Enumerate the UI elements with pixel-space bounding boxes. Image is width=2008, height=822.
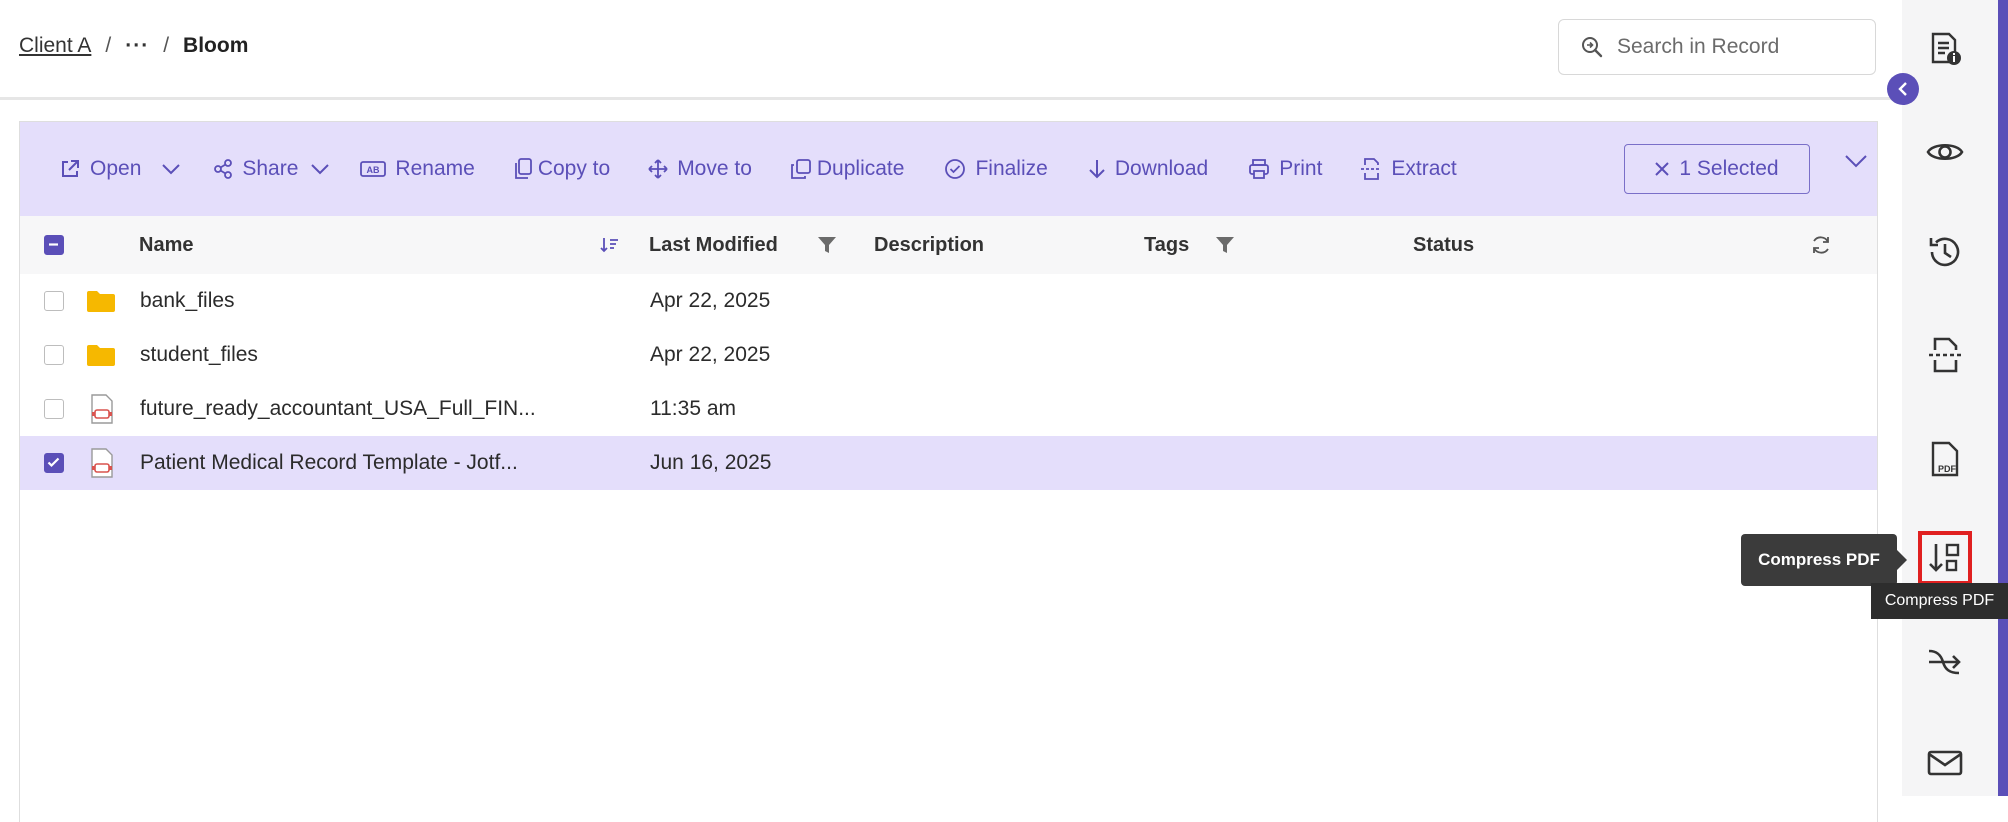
filter-icon[interactable] — [817, 216, 837, 274]
copy-to-button[interactable]: Copy to — [513, 122, 610, 216]
table-row[interactable]: bank_files Apr 22, 2025 — [20, 274, 1877, 328]
extract-label: Extract — [1391, 157, 1457, 180]
move-icon — [648, 159, 668, 179]
compress-pdf-tooltip: Compress PDF — [1741, 534, 1907, 586]
row-checkbox[interactable] — [44, 399, 64, 419]
action-toolbar: Open Share AB Rename Copy to Move to Dup… — [20, 122, 1877, 216]
close-icon — [1655, 162, 1670, 176]
column-description: Description — [874, 233, 985, 256]
duplicate-icon — [790, 158, 812, 180]
extract-icon[interactable] — [1918, 328, 1972, 382]
move-to-button[interactable]: Move to — [648, 122, 752, 216]
pdf-file-icon — [89, 382, 115, 436]
download-label: Download — [1114, 157, 1209, 180]
folder-icon — [87, 274, 115, 328]
copy-icon — [513, 158, 533, 180]
download-icon — [1088, 158, 1106, 180]
file-modified: 11:35 am — [650, 397, 736, 420]
open-external-icon — [59, 158, 81, 180]
compress-pdf-icon — [1928, 541, 1962, 575]
copy-to-label: Copy to — [537, 157, 611, 180]
finalize-label: Finalize — [975, 157, 1048, 180]
row-checkbox[interactable] — [44, 453, 64, 473]
selected-count: 1 Selected — [1679, 157, 1779, 180]
header: Client A / ··· / Bloom — [0, 0, 1900, 100]
chevron-down-icon[interactable] — [310, 163, 330, 175]
file-name[interactable]: student_files — [140, 328, 258, 382]
refresh-icon[interactable] — [1810, 216, 1832, 274]
download-button[interactable]: Download — [1088, 122, 1208, 216]
print-label: Print — [1279, 157, 1323, 180]
clear-selection-button[interactable]: 1 Selected — [1624, 144, 1810, 194]
rename-label: Rename — [395, 157, 475, 180]
svg-text:PDF: PDF — [1938, 464, 1957, 474]
file-panel: Open Share AB Rename Copy to Move to Dup… — [19, 121, 1878, 822]
printer-icon — [1248, 158, 1270, 180]
open-label: Open — [90, 157, 142, 180]
history-icon[interactable] — [1918, 225, 1972, 279]
file-modified: Apr 22, 2025 — [650, 343, 771, 366]
select-all-checkbox[interactable] — [44, 235, 64, 255]
extract-button[interactable]: Extract — [1360, 122, 1457, 216]
pdf-file-icon[interactable]: PDF — [1918, 432, 1972, 486]
duplicate-button[interactable]: Duplicate — [790, 122, 905, 216]
file-name[interactable]: future_ready_accountant_USA_Full_FIN... — [140, 382, 536, 436]
finalize-button[interactable]: Finalize — [944, 122, 1048, 216]
filter-icon[interactable] — [1215, 216, 1235, 274]
check-circle-icon — [944, 158, 966, 180]
open-button[interactable]: Open — [59, 122, 181, 216]
row-checkbox[interactable] — [44, 345, 64, 365]
breadcrumb-separator: / — [105, 34, 112, 57]
file-name[interactable]: Patient Medical Record Template - Jotf..… — [140, 436, 518, 490]
svg-text:AB: AB — [367, 165, 380, 175]
rename-button[interactable]: AB Rename — [360, 122, 475, 216]
chevron-down-icon[interactable] — [1844, 154, 1868, 168]
native-tooltip: Compress PDF — [1871, 583, 2008, 619]
folder-icon — [87, 328, 115, 382]
mail-icon[interactable] — [1918, 736, 1972, 790]
column-tags[interactable]: Tags — [1144, 216, 1189, 274]
document-info-icon[interactable] — [1918, 22, 1972, 76]
breadcrumb: Client A / ··· / Bloom — [19, 34, 248, 58]
pdf-file-icon — [89, 436, 115, 490]
breadcrumb-ellipsis[interactable]: ··· — [125, 34, 149, 58]
breadcrumb-root[interactable]: Client A — [19, 34, 91, 58]
chevron-left-icon — [1897, 82, 1909, 96]
file-name[interactable]: bank_files — [140, 274, 235, 328]
move-to-label: Move to — [677, 157, 752, 180]
column-status: Status — [1413, 233, 1475, 256]
share-icon — [213, 159, 233, 179]
sort-icon[interactable] — [600, 216, 620, 274]
share-button[interactable]: Share — [213, 122, 330, 216]
share-label: Share — [242, 157, 299, 180]
chevron-down-icon[interactable] — [161, 163, 181, 175]
rail-accent-bar — [1998, 0, 2008, 796]
collapse-rail-button[interactable] — [1887, 73, 1919, 105]
table-row[interactable]: future_ready_accountant_USA_Full_FIN... … — [20, 382, 1877, 436]
print-button[interactable]: Print — [1248, 122, 1322, 216]
search-box[interactable] — [1558, 19, 1876, 75]
extract-icon — [1360, 157, 1382, 181]
rename-icon: AB — [360, 160, 387, 178]
table-header: Name Last Modified Description Tags Stat… — [20, 216, 1877, 274]
eye-icon[interactable] — [1918, 125, 1972, 179]
row-checkbox[interactable] — [44, 291, 64, 311]
column-last-modified[interactable]: Last Modified — [649, 216, 778, 274]
table-row[interactable]: student_files Apr 22, 2025 — [20, 328, 1877, 382]
file-modified: Jun 16, 2025 — [650, 451, 772, 474]
column-name[interactable]: Name — [139, 216, 193, 274]
duplicate-label: Duplicate — [816, 157, 905, 180]
compress-pdf-button[interactable] — [1918, 531, 1972, 585]
table-row-selected[interactable]: Patient Medical Record Template - Jotf..… — [20, 436, 1877, 490]
breadcrumb-current: Bloom — [183, 34, 249, 57]
search-input[interactable] — [1615, 34, 1859, 60]
search-icon — [1581, 36, 1603, 58]
breadcrumb-separator: / — [163, 34, 170, 57]
merge-icon[interactable] — [1918, 635, 1972, 689]
file-modified: Apr 22, 2025 — [650, 289, 771, 312]
